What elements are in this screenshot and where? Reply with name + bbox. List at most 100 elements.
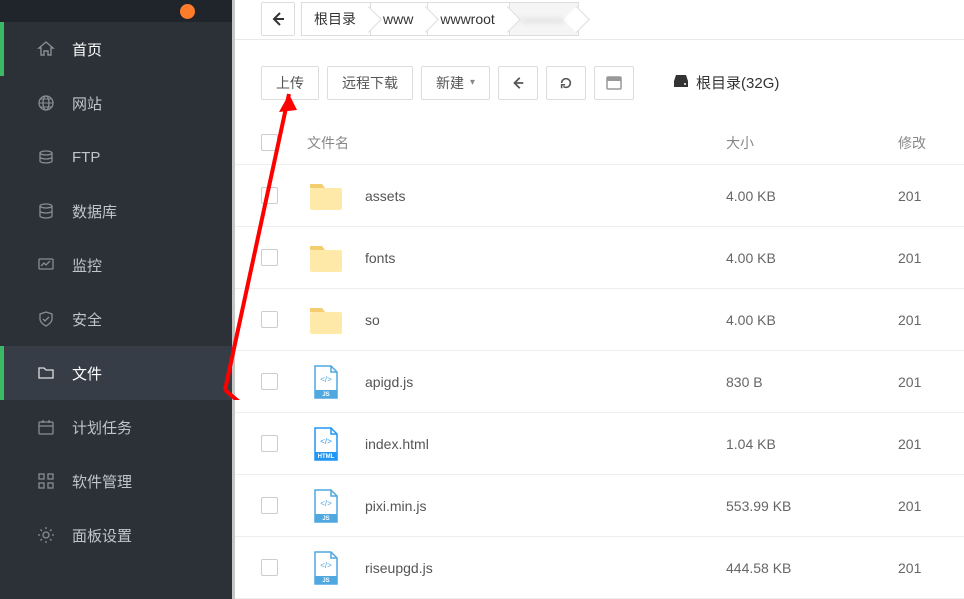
file-js-icon: </> JS bbox=[307, 363, 345, 401]
breadcrumb-item[interactable]: wwwroot bbox=[428, 2, 509, 36]
svg-text:</>: </> bbox=[320, 375, 332, 384]
file-name: fonts bbox=[365, 250, 395, 266]
svg-text:JS: JS bbox=[322, 516, 329, 522]
file-size: 830 B bbox=[726, 374, 898, 390]
file-date: 201 bbox=[898, 436, 938, 452]
file-date: 201 bbox=[898, 312, 938, 328]
sidebar-item-monitor[interactable]: 监控 bbox=[0, 238, 232, 292]
calendar-icon bbox=[36, 417, 56, 437]
file-list: assets4.00 KB201fonts4.00 KB201so4.00 KB… bbox=[235, 165, 964, 599]
database-icon bbox=[36, 201, 56, 221]
sidebar-item-label: 监控 bbox=[72, 255, 102, 276]
sidebar-item-label: 安全 bbox=[72, 309, 102, 330]
file-row[interactable]: so 4.00 KB201 bbox=[235, 289, 964, 351]
apps-icon bbox=[36, 471, 56, 491]
refresh-button[interactable] bbox=[546, 66, 586, 100]
file-size: 1.04 KB bbox=[726, 436, 898, 452]
row-checkbox[interactable] bbox=[261, 497, 278, 514]
home-icon bbox=[36, 39, 56, 59]
sidebar-item-folder[interactable]: 文件 bbox=[0, 346, 232, 400]
col-size-header[interactable]: 大小 bbox=[726, 133, 898, 153]
svg-text:JS: JS bbox=[322, 392, 329, 398]
file-size: 4.00 KB bbox=[726, 250, 898, 266]
file-row[interactable]: </> JS apigd.js 830 B201 bbox=[235, 351, 964, 413]
sidebar-item-label: 面板设置 bbox=[72, 525, 132, 546]
breadcrumb-label: wwwroot bbox=[440, 11, 494, 27]
view-button[interactable] bbox=[594, 66, 634, 100]
sidebar-item-calendar[interactable]: 计划任务 bbox=[0, 400, 232, 454]
file-date: 201 bbox=[898, 188, 938, 204]
folder-icon bbox=[307, 301, 345, 339]
sidebar-item-apps[interactable]: 软件管理 bbox=[0, 454, 232, 508]
select-all-checkbox[interactable] bbox=[261, 134, 278, 151]
file-size: 444.58 KB bbox=[726, 560, 898, 576]
breadcrumb-label: www bbox=[383, 11, 413, 27]
status-dot-icon bbox=[180, 4, 195, 19]
breadcrumb-label: 根目录 bbox=[314, 9, 356, 29]
sidebar-item-label: 文件 bbox=[72, 363, 102, 384]
sidebar: 首页网站 FTP 数据库监控安全文件计划任务软件管理面板设置 bbox=[0, 0, 235, 599]
breadcrumb-item[interactable]: 根目录 bbox=[301, 2, 371, 36]
sidebar-item-label: 计划任务 bbox=[72, 417, 132, 438]
monitor-icon bbox=[36, 255, 56, 275]
row-checkbox[interactable] bbox=[261, 373, 278, 390]
main-panel: 根目录 www wwwroot ——— 上传 远程下载 新建 根目录(32G) 文件名… bbox=[235, 0, 964, 599]
folder-icon bbox=[36, 363, 56, 383]
sidebar-item-ftp[interactable]: FTP bbox=[0, 130, 232, 184]
back-button[interactable] bbox=[261, 2, 295, 36]
disk-info: 根目录(32G) bbox=[672, 72, 779, 93]
undo-button[interactable] bbox=[498, 66, 538, 100]
file-name: index.html bbox=[365, 436, 429, 452]
folder-icon bbox=[307, 239, 345, 277]
sidebar-item-label: FTP bbox=[72, 149, 100, 166]
file-js-icon: </> JS bbox=[307, 549, 345, 587]
svg-text:</>: </> bbox=[320, 437, 332, 446]
sidebar-item-label: 数据库 bbox=[72, 201, 117, 222]
globe-icon bbox=[36, 93, 56, 113]
sidebar-item-label: 网站 bbox=[72, 93, 102, 114]
row-checkbox[interactable] bbox=[261, 435, 278, 452]
sidebar-item-label: 软件管理 bbox=[72, 471, 132, 492]
sidebar-item-shield[interactable]: 安全 bbox=[0, 292, 232, 346]
file-html-icon: </>HTML bbox=[307, 425, 345, 463]
svg-text:JS: JS bbox=[322, 578, 329, 584]
col-date-header[interactable]: 修改 bbox=[898, 133, 938, 153]
file-name: so bbox=[365, 312, 380, 328]
row-checkbox[interactable] bbox=[261, 187, 278, 204]
disk-icon bbox=[672, 73, 690, 93]
row-checkbox[interactable] bbox=[261, 249, 278, 266]
sidebar-item-globe[interactable]: 网站 bbox=[0, 76, 232, 130]
file-size: 4.00 KB bbox=[726, 188, 898, 204]
file-date: 201 bbox=[898, 250, 938, 266]
table-header: 文件名 大小 修改 bbox=[235, 122, 964, 165]
file-row[interactable]: assets 4.00 KB201 bbox=[235, 165, 964, 227]
shield-icon bbox=[36, 309, 56, 329]
sidebar-top bbox=[0, 0, 232, 22]
file-name: apigd.js bbox=[365, 374, 413, 390]
new-button[interactable]: 新建 bbox=[421, 66, 490, 100]
file-name: riseupgd.js bbox=[365, 560, 433, 576]
svg-text:</>: </> bbox=[320, 561, 332, 570]
svg-text:</>: </> bbox=[320, 499, 332, 508]
remote-download-button[interactable]: 远程下载 bbox=[327, 66, 413, 100]
file-name: assets bbox=[365, 188, 405, 204]
upload-button[interactable]: 上传 bbox=[261, 66, 319, 100]
sidebar-item-home[interactable]: 首页 bbox=[0, 22, 232, 76]
file-row[interactable]: </>HTML index.html 1.04 KB201 bbox=[235, 413, 964, 475]
sidebar-item-database[interactable]: 数据库 bbox=[0, 184, 232, 238]
breadcrumb-label: ——— bbox=[522, 11, 564, 27]
file-date: 201 bbox=[898, 498, 938, 514]
file-size: 4.00 KB bbox=[726, 312, 898, 328]
sidebar-item-gear[interactable]: 面板设置 bbox=[0, 508, 232, 562]
col-name-header[interactable]: 文件名 bbox=[307, 133, 726, 153]
file-row[interactable]: fonts 4.00 KB201 bbox=[235, 227, 964, 289]
file-date: 201 bbox=[898, 374, 938, 390]
file-row[interactable]: </> JS riseupgd.js 444.58 KB201 bbox=[235, 537, 964, 599]
row-checkbox[interactable] bbox=[261, 559, 278, 576]
file-date: 201 bbox=[898, 560, 938, 576]
file-row[interactable]: </>JSpixi.min.js553.99 KB201 bbox=[235, 475, 964, 537]
file-name: pixi.min.js bbox=[365, 498, 426, 514]
app-container: 首页网站 FTP 数据库监控安全文件计划任务软件管理面板设置 根目录 www wwwro… bbox=[0, 0, 964, 599]
row-checkbox[interactable] bbox=[261, 311, 278, 328]
disk-label: 根目录(32G) bbox=[696, 72, 779, 93]
